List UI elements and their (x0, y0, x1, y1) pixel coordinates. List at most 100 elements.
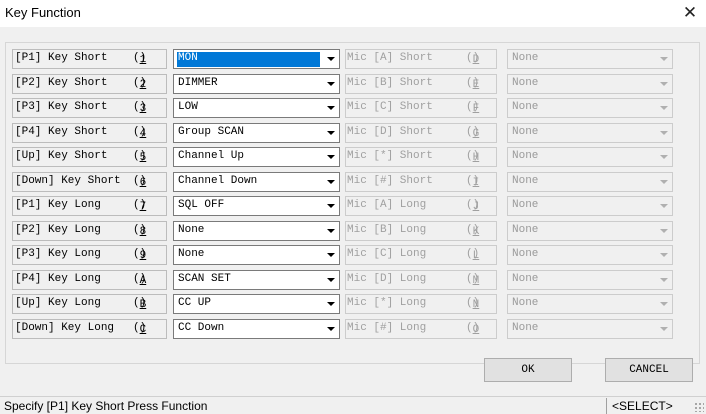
chevron-down-icon[interactable] (323, 51, 338, 67)
mic-shortcut-char: G (472, 128, 480, 140)
mic-function-select[interactable]: None (507, 270, 673, 290)
chevron-down-icon[interactable] (323, 321, 338, 337)
function-select[interactable]: CC Down (173, 319, 340, 339)
chevron-down-icon[interactable] (656, 76, 671, 92)
chevron-down-icon[interactable] (656, 296, 671, 312)
mic-shortcut-char: K (472, 226, 480, 238)
mic-shortcut-char: J (472, 201, 480, 213)
mic-function-select[interactable]: None (507, 98, 673, 118)
chevron-down-icon[interactable] (323, 76, 338, 92)
key-row: [P1] Key Long (7) SQL OFF Mic [A] Long (J) No… (0, 196, 706, 216)
key-label-text: [P3] Key Long (15, 248, 101, 260)
key-row: [Down] Key Long (C) CC Down Mic [#] Long (O)… (0, 319, 706, 339)
key-label: [Up] Key Short (5) (12, 147, 167, 167)
mic-shortcut-char: L (472, 250, 480, 262)
mic-shortcut: (L) (466, 248, 480, 262)
chevron-down-icon[interactable] (323, 272, 338, 288)
chevron-down-icon[interactable] (323, 198, 338, 214)
function-select[interactable]: Group SCAN (173, 123, 340, 143)
mic-label: Mic [B] Short (E) (345, 74, 497, 94)
function-select[interactable]: Channel Down (173, 172, 340, 192)
key-row: [P1] Key Short (1) MON Mic [A] Short (D) None (0, 49, 706, 69)
function-select[interactable]: CC UP (173, 294, 340, 314)
function-select-value: MON (177, 52, 320, 67)
key-shortcut-char: 1 (139, 54, 147, 66)
function-select[interactable]: None (173, 221, 340, 241)
function-select-value: CC Down (178, 322, 225, 334)
key-label-text: [Down] Key Short (15, 175, 121, 187)
mic-function-select[interactable]: None (507, 172, 673, 192)
chevron-down-icon[interactable] (656, 100, 671, 116)
chevron-down-icon[interactable] (323, 149, 338, 165)
mic-shortcut: (O) (466, 322, 480, 336)
chevron-down-icon[interactable] (323, 100, 338, 116)
chevron-down-icon[interactable] (656, 223, 671, 239)
key-label-text: [P2] Key Short (15, 77, 108, 89)
key-shortcut-char: 6 (139, 177, 147, 189)
function-select[interactable]: DIMMER (173, 74, 340, 94)
key-shortcut: (7) (133, 199, 147, 213)
chevron-down-icon[interactable] (656, 125, 671, 141)
mic-function-select[interactable]: None (507, 49, 673, 69)
chevron-down-icon[interactable] (323, 174, 338, 190)
mic-function-select[interactable]: None (507, 294, 673, 314)
key-shortcut-char: 8 (139, 226, 147, 238)
key-shortcut: (B) (133, 297, 147, 311)
chevron-down-icon[interactable] (656, 51, 671, 67)
mic-label-text: Mic [*] Long (347, 297, 427, 309)
mic-function-select[interactable]: None (507, 319, 673, 339)
chevron-down-icon[interactable] (323, 223, 338, 239)
mic-shortcut-char: D (472, 54, 480, 66)
chevron-down-icon[interactable] (323, 125, 338, 141)
mic-label: Mic [D] Short (G) (345, 123, 497, 143)
function-select[interactable]: SQL OFF (173, 196, 340, 216)
mic-function-select[interactable]: None (507, 221, 673, 241)
close-icon[interactable]: ✕ (677, 1, 703, 25)
mic-label: Mic [#] Short (I) (345, 172, 497, 192)
chevron-down-icon[interactable] (656, 174, 671, 190)
mic-label-text: Mic [B] Long (347, 224, 427, 236)
function-select[interactable]: None (173, 245, 340, 265)
ok-button[interactable]: OK (484, 358, 572, 382)
chevron-down-icon[interactable] (656, 321, 671, 337)
mic-shortcut-char: M (472, 275, 480, 287)
mic-shortcut-char: I (472, 177, 480, 189)
cancel-button[interactable]: CANCEL (605, 358, 693, 382)
mic-function-select[interactable]: None (507, 123, 673, 143)
function-select[interactable]: LOW (173, 98, 340, 118)
key-label-text: [Down] Key Long (15, 322, 115, 334)
key-shortcut: (8) (133, 224, 147, 238)
mic-function-select-value: None (512, 150, 539, 162)
mic-function-select-value: None (512, 297, 539, 309)
resize-grip-icon[interactable] (694, 402, 704, 412)
mic-function-select-value: None (512, 248, 539, 260)
key-label: [Up] Key Long (B) (12, 294, 167, 314)
key-label-text: [P3] Key Short (15, 101, 108, 113)
key-shortcut: (A) (133, 273, 147, 287)
mic-function-select[interactable]: None (507, 196, 673, 216)
mic-label: Mic [B] Long (K) (345, 221, 497, 241)
chevron-down-icon[interactable] (656, 247, 671, 263)
key-shortcut: (2) (133, 77, 147, 91)
function-select-value: SQL OFF (178, 199, 225, 211)
mic-function-select[interactable]: None (507, 147, 673, 167)
mic-label: Mic [D] Long (M) (345, 270, 497, 290)
mic-label-text: Mic [#] Short (347, 175, 433, 187)
function-select[interactable]: MON (173, 49, 340, 69)
status-separator (606, 398, 607, 414)
chevron-down-icon[interactable] (656, 272, 671, 288)
mic-function-select[interactable]: None (507, 74, 673, 94)
mic-label-text: Mic [C] Short (347, 101, 433, 113)
mic-function-select-value: None (512, 101, 539, 113)
mic-label: Mic [A] Long (J) (345, 196, 497, 216)
function-select[interactable]: Channel Up (173, 147, 340, 167)
chevron-down-icon[interactable] (323, 247, 338, 263)
mic-function-select-value: None (512, 199, 539, 211)
key-row: [P3] Key Long (9) None Mic [C] Long (L) None (0, 245, 706, 265)
mic-shortcut-char: F (472, 103, 480, 115)
chevron-down-icon[interactable] (656, 198, 671, 214)
function-select[interactable]: SCAN SET (173, 270, 340, 290)
chevron-down-icon[interactable] (323, 296, 338, 312)
mic-function-select[interactable]: None (507, 245, 673, 265)
chevron-down-icon[interactable] (656, 149, 671, 165)
